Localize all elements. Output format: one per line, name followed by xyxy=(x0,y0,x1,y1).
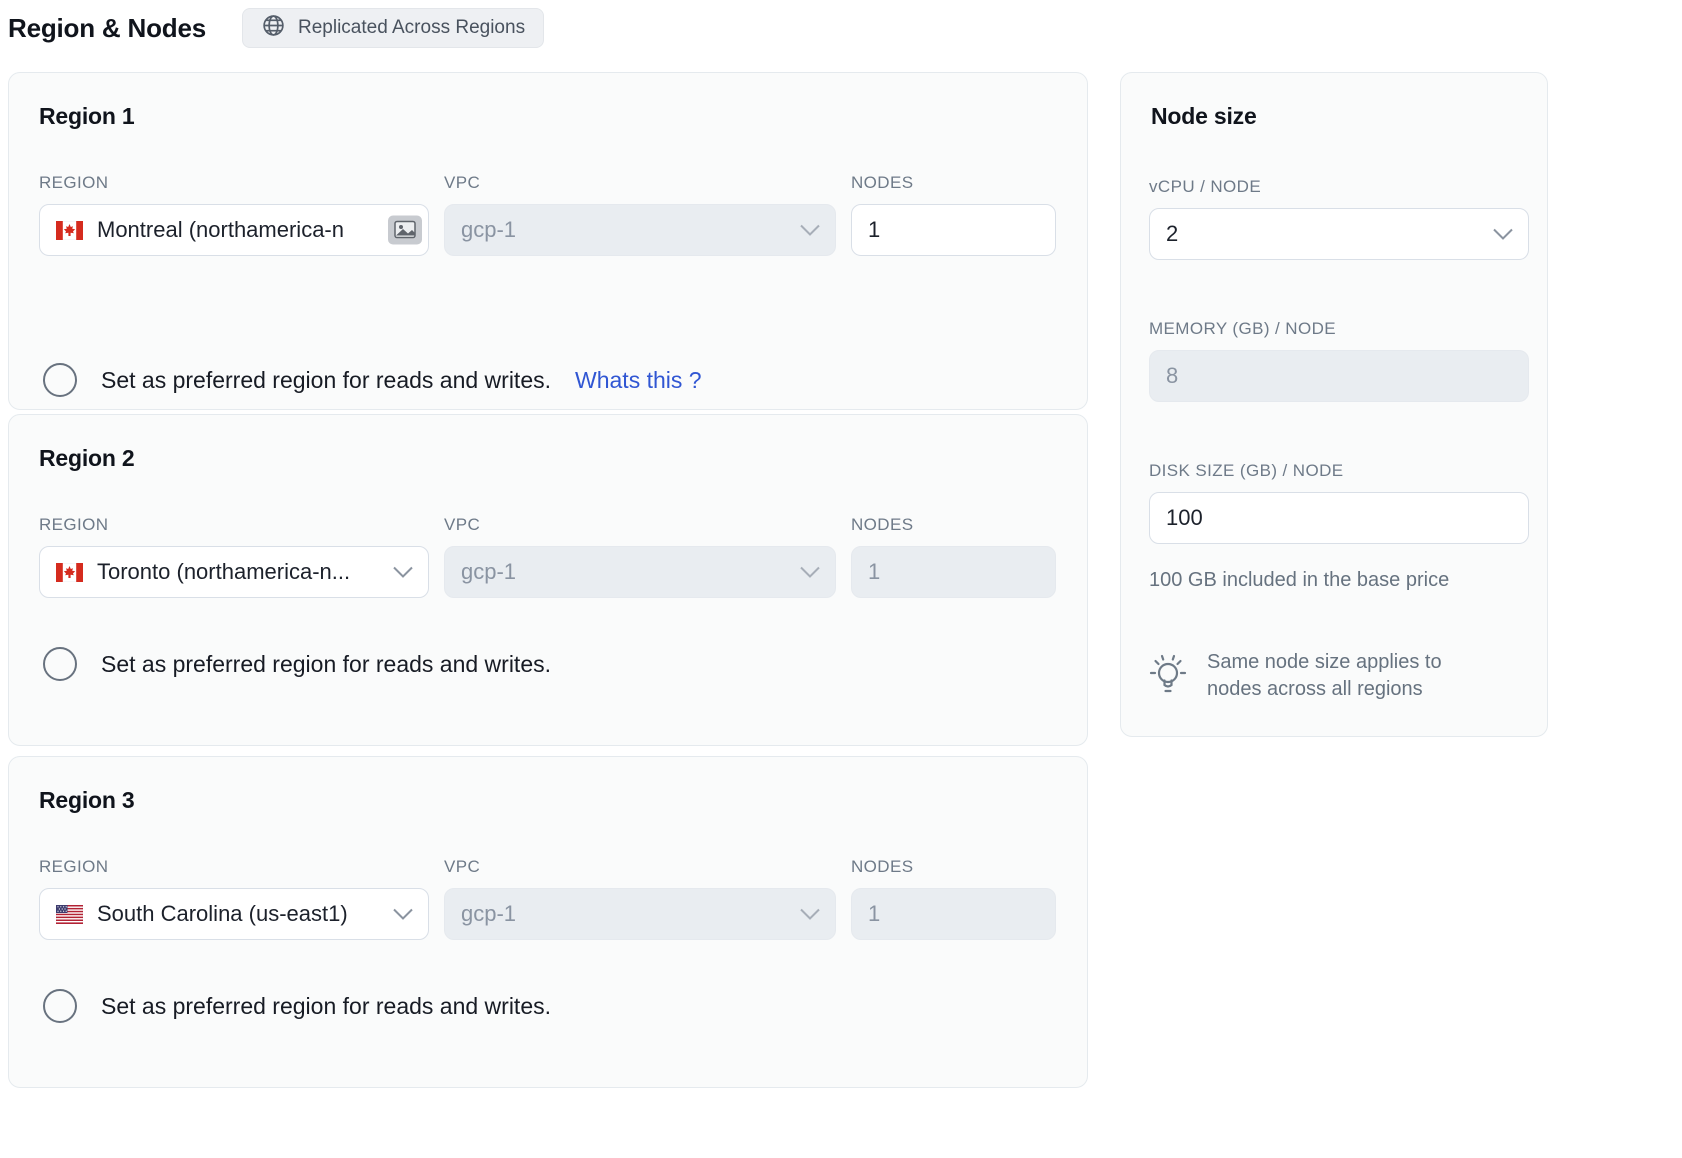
region-3-region-field: REGION xyxy=(39,857,429,940)
region-3-vpc-value: gcp-1 xyxy=(461,901,516,927)
memory-input xyxy=(1149,350,1529,402)
region-3-region-value: South Carolina (us-east1) xyxy=(97,901,348,927)
memory-field: MEMORY (GB) / NODE xyxy=(1149,319,1529,402)
region-3-title: Region 3 xyxy=(39,787,135,814)
region-2-vpc-select: gcp-1 xyxy=(444,546,836,598)
region-1-vpc-field: VPC gcp-1 xyxy=(444,173,836,256)
chevron-down-icon xyxy=(1492,228,1514,241)
region-1-region-select[interactable]: Montreal (northamerica-n xyxy=(39,204,429,256)
region-1-preferred-row: Set as preferred region for reads and wr… xyxy=(43,363,702,397)
region-nodes-page: Region & Nodes Replicated Across Regions… xyxy=(0,0,1682,1158)
region-label: REGION xyxy=(39,515,429,535)
nodes-label: NODES xyxy=(851,857,1056,877)
header: Region & Nodes Replicated Across Regions xyxy=(8,8,544,48)
region-1-vpc-value: gcp-1 xyxy=(461,217,516,243)
region-3-preferred-row: Set as preferred region for reads and wr… xyxy=(43,989,551,1023)
region-2-region-field: REGION Toronto (northamerica-n... xyxy=(39,515,429,598)
disk-size-label: DISK SIZE (GB) / NODE xyxy=(1149,461,1529,481)
region-3-card: Region 3 REGION xyxy=(8,756,1088,1088)
region-3-vpc-select: gcp-1 xyxy=(444,888,836,940)
region-3-nodes-field: NODES xyxy=(851,857,1056,940)
vpc-label: VPC xyxy=(444,515,836,535)
region-1-region-value: Montreal (northamerica-n xyxy=(97,217,344,243)
region-2-nodes-field: NODES xyxy=(851,515,1056,598)
replication-badge-label: Replicated Across Regions xyxy=(298,17,525,39)
chevron-down-icon xyxy=(799,224,821,237)
vcpu-select[interactable]: 2 xyxy=(1149,208,1529,260)
region-2-preferred-row: Set as preferred region for reads and wr… xyxy=(43,647,551,681)
region-1-nodes-field: NODES xyxy=(851,173,1056,256)
disk-size-field: DISK SIZE (GB) / NODE xyxy=(1149,461,1529,544)
usa-flag-icon xyxy=(56,905,83,924)
chevron-down-icon xyxy=(392,566,414,579)
region-2-vpc-value: gcp-1 xyxy=(461,559,516,585)
region-1-card: Region 1 REGION Montreal (northamerica-n xyxy=(8,72,1088,410)
region-3-preferred-label: Set as preferred region for reads and wr… xyxy=(101,993,551,1020)
disk-size-input[interactable] xyxy=(1149,492,1529,544)
vpc-label: VPC xyxy=(444,173,836,193)
node-size-card: Node size vCPU / NODE 2 MEMORY (GB) / NO… xyxy=(1120,72,1548,737)
region-2-nodes-input xyxy=(851,546,1056,598)
region-label: REGION xyxy=(39,173,429,193)
region-2-region-value: Toronto (northamerica-n... xyxy=(97,559,350,585)
region-1-region-field: REGION Montreal (northamerica-n xyxy=(39,173,429,256)
disk-helper-text: 100 GB included in the base price xyxy=(1149,569,1449,592)
region-1-preferred-radio[interactable] xyxy=(43,363,77,397)
vcpu-label: vCPU / NODE xyxy=(1149,177,1529,197)
whats-this-link[interactable]: Whats this ? xyxy=(575,367,702,394)
lightbulb-icon xyxy=(1145,649,1191,706)
globe-icon xyxy=(261,13,286,43)
region-3-region-select[interactable]: South Carolina (us-east1) xyxy=(39,888,429,940)
region-2-card: Region 2 REGION Toronto (northamerica-n.… xyxy=(8,414,1088,746)
canada-flag-icon xyxy=(56,221,83,240)
chevron-down-icon xyxy=(799,908,821,921)
region-3-preferred-radio[interactable] xyxy=(43,989,77,1023)
region-3-vpc-field: VPC gcp-1 xyxy=(444,857,836,940)
region-1-nodes-input[interactable] xyxy=(851,204,1056,256)
page-title: Region & Nodes xyxy=(8,13,206,44)
region-2-preferred-label: Set as preferred region for reads and wr… xyxy=(101,651,551,678)
nodes-label: NODES xyxy=(851,515,1056,535)
broken-image-icon xyxy=(388,216,422,245)
region-2-preferred-radio[interactable] xyxy=(43,647,77,681)
region-2-title: Region 2 xyxy=(39,445,135,472)
node-size-hint: Same node size applies to nodes across a… xyxy=(1145,649,1477,706)
region-1-title: Region 1 xyxy=(39,103,135,130)
chevron-down-icon xyxy=(392,908,414,921)
region-1-preferred-label: Set as preferred region for reads and wr… xyxy=(101,367,551,394)
canada-flag-icon xyxy=(56,563,83,582)
region-2-vpc-field: VPC gcp-1 xyxy=(444,515,836,598)
memory-label: MEMORY (GB) / NODE xyxy=(1149,319,1529,339)
region-1-vpc-select: gcp-1 xyxy=(444,204,836,256)
node-size-title: Node size xyxy=(1151,103,1257,130)
region-2-region-select[interactable]: Toronto (northamerica-n... xyxy=(39,546,429,598)
vcpu-field: vCPU / NODE 2 xyxy=(1149,177,1529,260)
node-size-hint-text: Same node size applies to nodes across a… xyxy=(1207,649,1477,703)
chevron-down-icon xyxy=(799,566,821,579)
vcpu-value: 2 xyxy=(1166,221,1178,247)
nodes-label: NODES xyxy=(851,173,1056,193)
region-3-nodes-input xyxy=(851,888,1056,940)
vpc-label: VPC xyxy=(444,857,836,877)
replication-badge: Replicated Across Regions xyxy=(242,8,544,48)
region-label: REGION xyxy=(39,857,429,877)
